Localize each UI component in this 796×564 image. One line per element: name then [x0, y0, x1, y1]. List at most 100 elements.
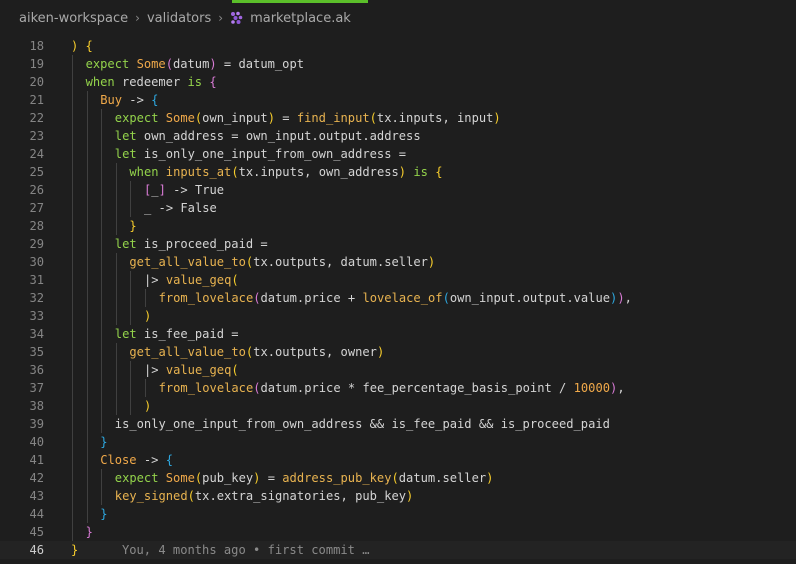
code-line[interactable]: 34 let is_fee_paid =	[0, 325, 796, 343]
indent-guide	[86, 433, 88, 451]
indent-guide	[101, 235, 103, 253]
indent-guide	[86, 217, 88, 235]
indent-guide	[72, 451, 73, 469]
code-token: =	[260, 471, 283, 485]
line-number: 33	[29, 309, 44, 323]
code-token: own_input	[202, 111, 268, 125]
code-token: )	[406, 489, 414, 503]
breadcrumb-item-workspace[interactable]: aiken-workspace	[19, 11, 128, 26]
code-token: (	[391, 471, 399, 485]
code-text: |> value_geq(	[144, 361, 239, 379]
code-line[interactable]: 21 Buy -> {	[0, 91, 796, 109]
indent-guide	[101, 379, 103, 397]
code-line[interactable]: 23 let own_address = own_input.output.add…	[0, 127, 796, 145]
code-token: own_address = own_input.output.address	[143, 129, 421, 143]
code-line[interactable]: 26 [_] -> True	[0, 181, 796, 199]
code-text: expect Some(own_input) = find_input(tx.i…	[115, 109, 501, 127]
indent-guide	[72, 469, 73, 487]
breadcrumb-item-validators[interactable]: validators	[147, 11, 211, 26]
indent-guide	[72, 199, 73, 217]
code-line[interactable]: 36 |> value_geq(	[0, 361, 796, 379]
code-editor[interactable]: 18) {19 expect Some(datum) = datum_opt 20 w…	[0, 37, 796, 564]
indent-guide	[115, 343, 117, 361]
code-token: tx.inputs, own_address	[238, 165, 399, 179]
code-text: from_lovelace(datum.price + lovelace_of(…	[159, 289, 632, 307]
code-line[interactable]: 39 is_only_one_input_from_own_address && …	[0, 415, 796, 433]
code-line[interactable]: 38)	[0, 397, 796, 415]
code-text: let is_only_one_input_from_own_address =	[115, 145, 406, 163]
code-line[interactable]: 19 expect Some(datum) = datum_opt	[0, 55, 796, 73]
chevron-right-icon: ›	[218, 11, 224, 25]
indent-guide	[86, 361, 88, 379]
code-token: )	[486, 471, 494, 485]
code-token: Buy	[100, 93, 123, 107]
indent-guide	[86, 145, 88, 163]
indent-guide	[115, 271, 117, 289]
indent-guide	[86, 469, 88, 487]
indent-guide	[101, 217, 103, 235]
code-token: (	[442, 291, 450, 305]
code-line[interactable]: 43 key_signed(tx.extra_signatories, pub_k…	[0, 487, 796, 505]
code-token: let	[114, 129, 144, 143]
code-line[interactable]: 22 expect Some(own_input) = find_input(tx…	[0, 109, 796, 127]
line-number: 25	[29, 165, 44, 179]
code-line[interactable]: 27 _ -> False	[0, 199, 796, 217]
line-number: 32	[29, 291, 44, 305]
indent-guide	[101, 307, 103, 325]
code-line[interactable]: 32 from_lovelace(datum.price + lovelace_o…	[0, 289, 796, 307]
code-line[interactable]: 37 from_lovelace(datum.price * fee_percen…	[0, 379, 796, 397]
code-line[interactable]: 18) {	[0, 37, 796, 55]
code-line[interactable]: 29 let is_proceed_paid =	[0, 235, 796, 253]
code-line[interactable]: 35 get_all_value_to(tx.outputs, owner)	[0, 343, 796, 361]
indent-guide	[72, 109, 73, 127]
code-token: tx.inputs, input	[376, 111, 494, 125]
code-line[interactable]: 28}	[0, 217, 796, 235]
line-number: 46	[29, 543, 44, 557]
code-token: Some	[165, 111, 195, 125]
code-line[interactable]: 46} You, 4 months ago • first commit …	[0, 541, 796, 559]
indent-guide	[130, 361, 132, 379]
line-number: 20	[29, 75, 44, 89]
line-number: 28	[29, 219, 44, 233]
code-line[interactable]: 33)	[0, 307, 796, 325]
indent-guide	[72, 523, 73, 541]
indent-guide	[72, 91, 73, 109]
code-line[interactable]: 20 when redeemer is {	[0, 73, 796, 91]
breadcrumb-item-file[interactable]: marketplace.ak	[250, 11, 351, 26]
code-text: let is_proceed_paid =	[115, 235, 268, 253]
code-token: is	[187, 75, 210, 89]
code-line[interactable]: 45}	[0, 523, 796, 541]
indent-guide	[101, 145, 103, 163]
indent-guide	[72, 487, 73, 505]
code-line[interactable]: 42 expect Some (pub_key) = address_pub_key…	[0, 469, 796, 487]
code-token: (	[165, 57, 173, 71]
code-line[interactable]: 31 |> value_geq(	[0, 271, 796, 289]
indent-guide	[72, 253, 73, 271]
code-token: let	[114, 327, 144, 341]
indent-guide	[101, 415, 103, 433]
line-number: 43	[29, 489, 44, 503]
code-text: |> value_geq(	[144, 271, 239, 289]
code-line[interactable]: 40}	[0, 433, 796, 451]
line-number: 41	[29, 453, 44, 467]
line-number: 18	[29, 39, 44, 53]
code-line[interactable]: 25 when inputs_at(tx.inputs, own_address)…	[0, 163, 796, 181]
code-text: )	[144, 307, 151, 325]
code-token: from_lovelace	[158, 381, 254, 395]
indent-guide	[130, 181, 132, 199]
code-line[interactable]: 44}	[0, 505, 796, 523]
indent-guide	[86, 289, 88, 307]
code-token: ]	[158, 183, 166, 197]
indent-guide	[72, 271, 73, 289]
code-token: Some	[165, 471, 195, 485]
code-token: )	[398, 165, 407, 179]
code-line[interactable]: 30 get_all_value_to(tx.outputs, datum.sel…	[0, 253, 796, 271]
code-token: )	[267, 111, 275, 125]
code-line[interactable]: 24 let is_only_one_input_from_own_address…	[0, 145, 796, 163]
indent-guide	[86, 397, 88, 415]
line-number: 35	[29, 345, 44, 359]
code-token: }	[129, 219, 137, 233]
code-line[interactable]: 41 Close -> {	[0, 451, 796, 469]
code-text: get_all_value_to(tx.outputs, owner)	[129, 343, 384, 361]
indent-guide	[72, 289, 73, 307]
